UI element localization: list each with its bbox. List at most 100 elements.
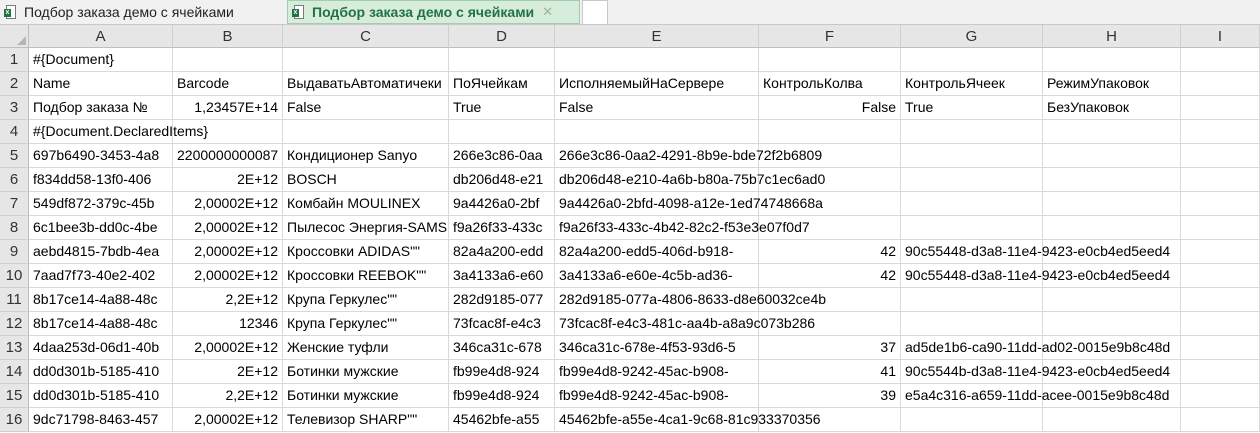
cell-i14[interactable] — [1181, 360, 1260, 384]
cell-a3[interactable]: Подбор заказа № — [29, 96, 173, 120]
cell-b15[interactable]: 2,2E+12 — [173, 384, 283, 408]
cell-g16[interactable] — [901, 408, 1043, 432]
cell-h2[interactable]: РежимУпаковок — [1043, 72, 1181, 96]
cell-g4[interactable] — [901, 120, 1043, 144]
cell-c4[interactable] — [283, 120, 449, 144]
cell-c5[interactable]: Кондиционер Sanyo — [283, 144, 449, 168]
row-header-2[interactable]: 2 — [0, 72, 29, 96]
cell-g13[interactable]: ad5de1b6-ca90-11dd-ad02-0015e9b8c48d — [901, 336, 1170, 360]
cell-c14[interactable]: Ботинки мужские — [283, 360, 449, 384]
cell-h5[interactable] — [1043, 144, 1181, 168]
cell-c9[interactable]: Кроссовки ADIDAS"" — [283, 240, 449, 264]
cell-d14[interactable]: fb99e4d8-924 — [449, 360, 555, 384]
cell-i4[interactable] — [1181, 120, 1260, 144]
column-header-b[interactable]: B — [173, 25, 283, 48]
cell-g9[interactable]: 90c55448-d3a8-11e4-9423-e0cb4ed5eed4 — [901, 240, 1170, 264]
cell-a8[interactable]: 6c1bee3b-dd0c-4be — [29, 216, 173, 240]
column-header-e[interactable]: E — [555, 25, 759, 48]
cell-e15[interactable]: fb99e4d8-9242-45ac-b908- — [555, 384, 759, 408]
cell-g7[interactable] — [901, 192, 1043, 216]
row-header-15[interactable]: 15 — [0, 384, 29, 408]
cell-i3[interactable] — [1181, 96, 1260, 120]
row-header-7[interactable]: 7 — [0, 192, 29, 216]
column-header-h[interactable]: H — [1043, 25, 1181, 48]
cell-i15[interactable] — [1181, 384, 1260, 408]
cell-a12[interactable]: 8b17ce14-4a88-48c — [29, 312, 173, 336]
cell-g11[interactable] — [901, 288, 1043, 312]
row-header-16[interactable]: 16 — [0, 408, 29, 432]
cell-d1[interactable] — [449, 48, 555, 72]
cell-e5[interactable]: 266e3c86-0aa2-4291-8b9e-bde72f2b6809 — [555, 144, 822, 168]
cell-f9[interactable]: 42 — [759, 240, 901, 264]
cell-a15[interactable]: dd0d301b-5185-410 — [29, 384, 173, 408]
cell-b9[interactable]: 2,00002E+12 — [173, 240, 283, 264]
column-header-a[interactable]: A — [29, 25, 173, 48]
cell-e14[interactable]: fb99e4d8-9242-45ac-b908- — [555, 360, 759, 384]
cell-c1[interactable] — [283, 48, 449, 72]
cell-i2[interactable] — [1181, 72, 1260, 96]
cell-c7[interactable]: Комбайн MOULINEX — [283, 192, 449, 216]
cell-d9[interactable]: 82a4a200-edd — [449, 240, 555, 264]
cell-c13[interactable]: Женские туфли — [283, 336, 449, 360]
row-header-5[interactable]: 5 — [0, 144, 29, 168]
cell-b1[interactable] — [173, 48, 283, 72]
row-header-4[interactable]: 4 — [0, 120, 29, 144]
cell-d12[interactable]: 73fcac8f-e4c3 — [449, 312, 555, 336]
cell-d16[interactable]: 45462bfe-a55 — [449, 408, 555, 432]
cell-i16[interactable] — [1181, 408, 1260, 432]
cell-a13[interactable]: 4daa253d-06d1-40b — [29, 336, 173, 360]
cell-g5[interactable] — [901, 144, 1043, 168]
cell-i10[interactable] — [1181, 264, 1260, 288]
cell-h12[interactable] — [1043, 312, 1181, 336]
row-header-1[interactable]: 1 — [0, 48, 29, 72]
cell-f2[interactable]: КонтрольКолва — [759, 72, 901, 96]
row-header-12[interactable]: 12 — [0, 312, 29, 336]
cell-b14[interactable]: 2E+12 — [173, 360, 283, 384]
cell-g6[interactable] — [901, 168, 1043, 192]
cell-f15[interactable]: 39 — [759, 384, 901, 408]
cell-e8[interactable]: f9a26f33-433c-4b42-82c2-f53e3e07f0d7 — [555, 216, 810, 240]
cell-i8[interactable] — [1181, 216, 1260, 240]
cell-g1[interactable] — [901, 48, 1043, 72]
cell-c8[interactable]: Пылесос Энергия-SAMSUNG — [283, 216, 449, 240]
column-header-d[interactable]: D — [449, 25, 555, 48]
cell-e6[interactable]: db206d48-e210-4a6b-b80a-75b7c1ec6ad0 — [555, 168, 825, 192]
cell-d8[interactable]: f9a26f33-433c — [449, 216, 555, 240]
cell-b7[interactable]: 2,00002E+12 — [173, 192, 283, 216]
cell-g10[interactable]: 90c55448-d3a8-11e4-9423-e0cb4ed5eed4 — [901, 264, 1170, 288]
tab-workbook-2-active[interactable]: x Подбор заказа демо с ячейками ✕ — [287, 0, 580, 24]
cell-h7[interactable] — [1043, 192, 1181, 216]
cell-d7[interactable]: 9a4426a0-2bf — [449, 192, 555, 216]
cell-h6[interactable] — [1043, 168, 1181, 192]
cell-f1[interactable] — [759, 48, 901, 72]
column-header-c[interactable]: C — [283, 25, 449, 48]
cell-b8[interactable]: 2,00002E+12 — [173, 216, 283, 240]
cell-d13[interactable]: 346ca31c-678 — [449, 336, 555, 360]
row-header-3[interactable]: 3 — [0, 96, 29, 120]
cell-g15[interactable]: e5a4c316-a659-11dd-acee-0015e9b8c48d — [901, 384, 1169, 408]
cell-e16[interactable]: 45462bfe-a55e-4ca1-9c68-81c933370356 — [555, 408, 821, 432]
cell-b3[interactable]: 1,23457E+14 — [173, 96, 283, 120]
cell-h3[interactable]: БезУпаковок — [1043, 96, 1181, 120]
cell-g3[interactable]: True — [901, 96, 1043, 120]
cell-a7[interactable]: 549df872-379c-45b — [29, 192, 173, 216]
cell-i7[interactable] — [1181, 192, 1260, 216]
cell-d15[interactable]: fb99e4d8-924 — [449, 384, 555, 408]
cell-b13[interactable]: 2,00002E+12 — [173, 336, 283, 360]
cell-b16[interactable]: 2,00002E+12 — [173, 408, 283, 432]
cell-e10[interactable]: 3a4133a6-e60e-4c5b-ad36- — [555, 264, 759, 288]
cell-h16[interactable] — [1043, 408, 1181, 432]
cell-c10[interactable]: Кроссовки REEBOK"" — [283, 264, 449, 288]
row-header-6[interactable]: 6 — [0, 168, 29, 192]
cell-c15[interactable]: Ботинки мужские — [283, 384, 449, 408]
cell-a2[interactable]: Name — [29, 72, 173, 96]
cell-i13[interactable] — [1181, 336, 1260, 360]
cell-d11[interactable]: 282d9185-077 — [449, 288, 555, 312]
cell-a1[interactable]: #{Document} — [29, 48, 173, 72]
cell-a16[interactable]: 9dc71798-8463-457 — [29, 408, 173, 432]
cell-g2[interactable]: КонтрольЯчеек — [901, 72, 1043, 96]
row-header-8[interactable]: 8 — [0, 216, 29, 240]
cell-e4[interactable] — [555, 120, 759, 144]
select-all-corner[interactable] — [0, 25, 29, 48]
cell-d3[interactable]: True — [449, 96, 555, 120]
